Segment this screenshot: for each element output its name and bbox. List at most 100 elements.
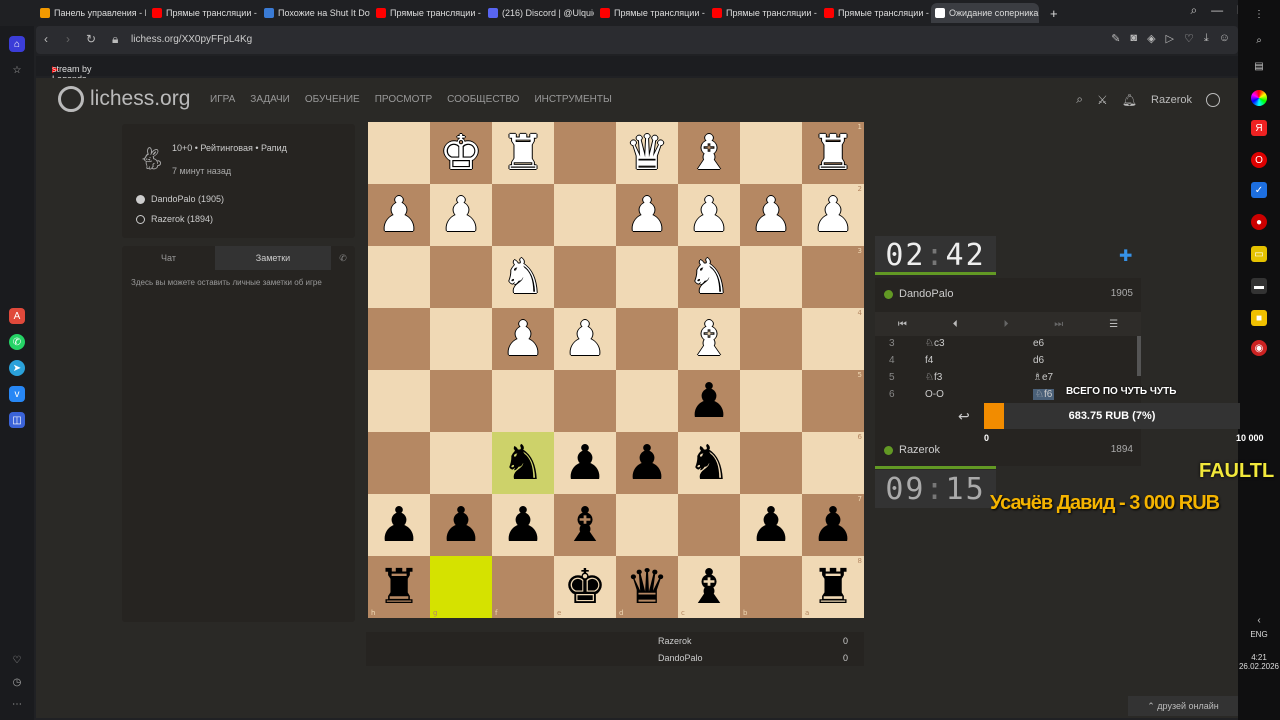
square-g7[interactable]: ♟ (430, 494, 492, 556)
square-b1[interactable] (740, 122, 802, 184)
square-b5[interactable] (740, 370, 802, 432)
opera-icon[interactable]: O (1251, 152, 1267, 168)
chess-piece[interactable]: ♟ (501, 315, 544, 363)
chess-piece[interactable]: ♛ (625, 129, 668, 177)
menu-item[interactable]: ИГРА (210, 94, 235, 105)
app-icon[interactable]: A (9, 308, 25, 324)
move-san[interactable]: ♘f3 (925, 372, 942, 383)
square-h1[interactable] (368, 122, 430, 184)
menu-item[interactable]: СООБЩЕСТВО (447, 94, 519, 105)
move-san[interactable]: f4 (925, 355, 933, 366)
chess-piece[interactable]: ♟ (811, 191, 854, 239)
lock-app-icon[interactable]: ■ (1251, 310, 1267, 326)
square-h5[interactable] (368, 370, 430, 432)
record-icon[interactable]: ● (1251, 214, 1267, 230)
square-e8[interactable]: ♚ e (554, 556, 616, 618)
chess-piece[interactable]: ♟ (687, 377, 730, 425)
square-e3[interactable] (554, 246, 616, 308)
download-icon[interactable]: ⤓ (1204, 32, 1209, 45)
square-d5[interactable] (616, 370, 678, 432)
square-g6[interactable] (430, 432, 492, 494)
square-e5[interactable] (554, 370, 616, 432)
chess-piece[interactable]: ♟ (563, 439, 606, 487)
notes-placeholder[interactable]: Здесь вы можете оставить личные заметки … (131, 278, 322, 287)
chess-piece[interactable]: ♛ (625, 563, 668, 611)
square-b2[interactable]: ♟ (740, 184, 802, 246)
bell-icon[interactable]: 🔔︎ (1122, 93, 1137, 107)
square-f8[interactable]: f (492, 556, 554, 618)
white-player[interactable]: DandoPalo (1905) (136, 194, 224, 204)
square-d7[interactable] (616, 494, 678, 556)
square-b6[interactable] (740, 432, 802, 494)
square-h6[interactable] (368, 432, 430, 494)
square-g3[interactable] (430, 246, 492, 308)
chess-piece[interactable]: ♟ (563, 315, 606, 363)
move-san[interactable]: e6 (1033, 338, 1044, 349)
chess-board[interactable]: ♚ ♜ ♛ ♝ ♜ 1 ♟ ♟ ♟ ♟ ♟ ♟ 2 ♞ ♞ 3 ♟ ♟ ♝ 4 ♟ 5 ♞ ♟ ♟ ♞ 6 ♟ ♟ ♟ ♝ ♟ ♟ 7 ♜ h g f ♚ e… (368, 122, 864, 618)
chess-piece[interactable]: ♟ (439, 501, 482, 549)
square-a7[interactable]: ♟ 7 (802, 494, 864, 556)
square-c2[interactable]: ♟ (678, 184, 740, 246)
move-san[interactable]: ♗e7 (1033, 372, 1053, 383)
square-a1[interactable]: ♜ 1 (802, 122, 864, 184)
square-h7[interactable]: ♟ (368, 494, 430, 556)
square-h3[interactable] (368, 246, 430, 308)
friends-online-button[interactable]: ⌃ друзей онлайн (1128, 696, 1238, 716)
browser-tab[interactable]: Прямые трансляции - Yo (820, 3, 930, 23)
browser-tab[interactable]: Панель управления - Do (36, 3, 146, 23)
browser-tab[interactable]: Прямые трансляции - Yo (148, 3, 258, 23)
terminal-icon[interactable]: ▬ (1251, 278, 1267, 294)
chess-piece[interactable]: ♟ (501, 501, 544, 549)
square-f1[interactable]: ♜ (492, 122, 554, 184)
square-g4[interactable] (430, 308, 492, 370)
new-tab-icon[interactable]: + (1046, 3, 1066, 23)
chess-piece[interactable]: ♚ (563, 563, 606, 611)
square-g1[interactable]: ♚ (430, 122, 492, 184)
square-b4[interactable] (740, 308, 802, 370)
move-san[interactable]: ♘f6 (1033, 389, 1055, 400)
chess-piece[interactable]: ♚ (439, 129, 482, 177)
forward-icon[interactable]: › (66, 32, 70, 46)
square-b8[interactable]: b (740, 556, 802, 618)
reload-icon[interactable]: ↻ (86, 32, 96, 46)
square-c3[interactable]: ♞ (678, 246, 740, 308)
menu-item[interactable]: ОБУЧЕНИЕ (305, 94, 360, 105)
square-d2[interactable]: ♟ (616, 184, 678, 246)
vpn-icon[interactable]: ✓ (1251, 182, 1267, 198)
menu-icon[interactable]: ⋮ (1251, 6, 1267, 22)
undo-icon[interactable]: ↩ (958, 408, 970, 425)
browser-tab[interactable]: Похожие на Shut It Down (260, 3, 370, 23)
square-a4[interactable]: 4 (802, 308, 864, 370)
yandex-icon[interactable]: Я (1251, 120, 1267, 136)
steam-icon[interactable]: ◉ (1251, 340, 1267, 356)
back-icon[interactable]: ‹ (44, 32, 48, 46)
move-list-scrollbar[interactable] (1137, 336, 1141, 376)
heart-icon[interactable]: ♡ (1184, 32, 1194, 45)
square-c5[interactable]: ♟ (678, 370, 740, 432)
move-san[interactable]: O-O (925, 389, 944, 400)
square-f4[interactable]: ♟ (492, 308, 554, 370)
shield-icon[interactable]: ◈ (1147, 32, 1155, 45)
chess-piece[interactable]: ♞ (501, 253, 544, 301)
square-f2[interactable] (492, 184, 554, 246)
square-d1[interactable]: ♛ (616, 122, 678, 184)
site-logo[interactable]: lichess.org (58, 86, 190, 112)
square-b3[interactable] (740, 246, 802, 308)
square-b7[interactable]: ♟ (740, 494, 802, 556)
browser-tab[interactable]: Прямые трансляции - Yo (372, 3, 482, 23)
chess-piece[interactable]: ♟ (749, 191, 792, 239)
tab-notes[interactable]: Заметки (215, 246, 331, 270)
chess-piece[interactable]: ♟ (625, 191, 668, 239)
square-h8[interactable]: ♜ h (368, 556, 430, 618)
prev-move-icon[interactable]: ⏴ (953, 319, 958, 330)
square-a5[interactable]: 5 (802, 370, 864, 432)
chess-piece[interactable]: ♝ (687, 563, 730, 611)
chess-piece[interactable]: ♞ (501, 439, 544, 487)
menu-item[interactable]: ЗАДАЧИ (250, 94, 290, 105)
last-move-icon[interactable]: ⏭ (1054, 319, 1063, 330)
square-c6[interactable]: ♞ (678, 432, 740, 494)
whatsapp-icon[interactable]: ✆ (9, 334, 25, 350)
move-san[interactable]: d6 (1033, 355, 1044, 366)
browser-tab[interactable]: Прямые трансляции - Yo (708, 3, 818, 23)
square-e1[interactable] (554, 122, 616, 184)
